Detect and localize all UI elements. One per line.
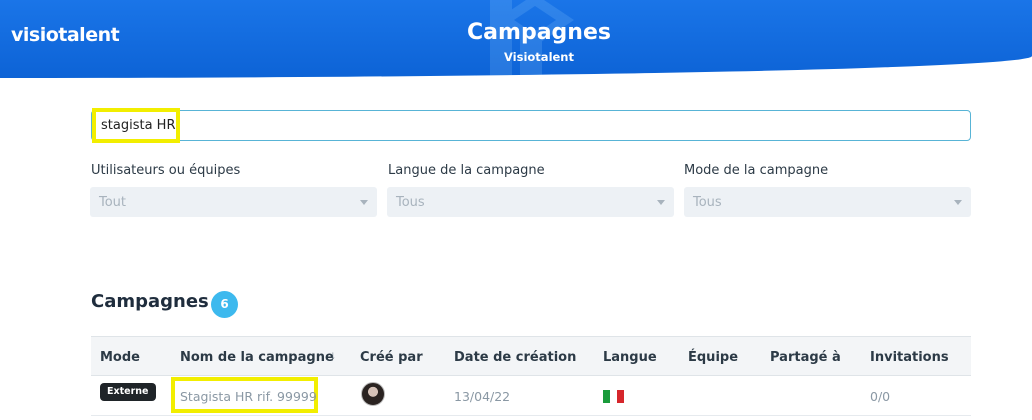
mode-badge: Externe	[100, 383, 156, 401]
invitations-count: 0/0	[870, 389, 891, 404]
caret-down-icon	[360, 200, 368, 205]
column-header-team[interactable]: Équipe	[688, 350, 738, 365]
caret-down-icon	[954, 200, 962, 205]
page-subtitle: Visiotalent	[503, 50, 574, 64]
search-input-value[interactable]: stagista HR	[101, 118, 175, 133]
creation-date: 13/04/22	[454, 389, 511, 404]
filter-label-language: Langue de la campagne	[388, 163, 545, 178]
column-header-mode[interactable]: Mode	[100, 350, 140, 365]
column-header-shared[interactable]: Partagé à	[770, 350, 841, 365]
page-title: Campagnes	[467, 20, 611, 45]
count-badge: 6	[211, 291, 238, 318]
column-header-invitations[interactable]: Invitations	[870, 350, 949, 365]
filter-label-mode: Mode de la campagne	[684, 163, 829, 178]
app-header: visiotalent Campagnes Visiotalent	[0, 0, 1032, 78]
filter-select-users[interactable]: Tout	[90, 187, 377, 217]
search-input[interactable]	[91, 110, 971, 141]
column-header-created-by[interactable]: Créé par	[360, 350, 423, 365]
filter-select-mode-value: Tous	[693, 195, 722, 210]
filter-select-language-value: Tous	[396, 195, 425, 210]
avatar[interactable]	[361, 382, 385, 406]
caret-down-icon	[657, 200, 665, 205]
filter-select-language[interactable]: Tous	[387, 187, 674, 217]
filter-label-users: Utilisateurs ou équipes	[91, 163, 241, 178]
filter-select-mode[interactable]: Tous	[684, 187, 971, 217]
column-header-date[interactable]: Date de création	[454, 350, 576, 365]
flag-italy-icon	[603, 390, 624, 403]
column-header-language[interactable]: Langue	[603, 350, 657, 365]
sort-arrow-down-icon[interactable]: ↓	[330, 348, 336, 362]
column-header-name[interactable]: Nom de la campagne	[180, 350, 334, 365]
section-title: Campagnes	[91, 291, 209, 312]
campaign-name-link[interactable]: Stagista HR rif. 99999	[180, 389, 317, 404]
filter-select-users-value: Tout	[99, 195, 127, 210]
